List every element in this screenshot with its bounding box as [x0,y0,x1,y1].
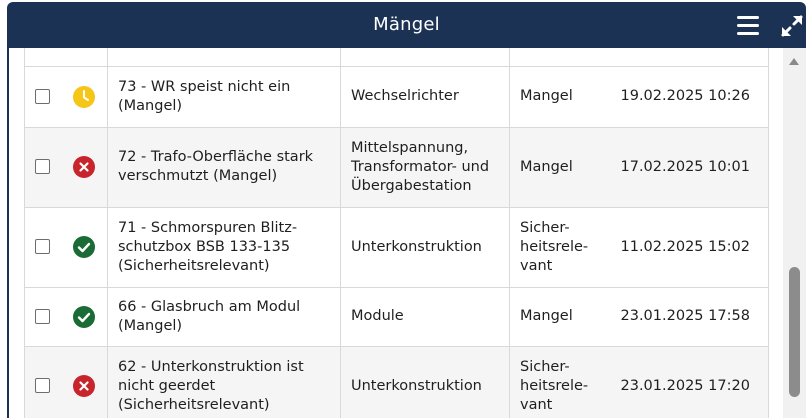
row-checkbox-cell [24,126,61,208]
row-checkbox[interactable] [35,239,51,254]
defects-table-area: 73 - WR speist nicht ein (Mangel) Wechse… [7,48,783,418]
defect-type: Mangel [509,65,611,128]
defect-type: Mangel [509,126,611,208]
expand-fullscreen-icon[interactable] [779,13,805,39]
defect-category: Unterkonstruktion [340,206,510,288]
defect-category: Wechselrichter [340,65,510,128]
app-header: Mängel [7,2,806,48]
table-row[interactable]: 66 - Glasbruch am Modul (Mangel) Module … [24,286,769,347]
defect-date: 11.02.2025 15:02 [610,206,769,288]
status-cell [60,345,108,418]
row-checkbox[interactable] [35,378,51,393]
table-row-partial [24,48,769,67]
scrollbar-thumb[interactable] [789,267,800,397]
defect-date: 17.02.2025 10:01 [610,126,769,208]
table-row[interactable]: 73 - WR speist nicht ein (Mangel) Wechse… [24,65,769,128]
row-checkbox[interactable] [35,159,51,174]
defect-type: Sicher-heitsrele-vant [509,345,611,418]
defect-title[interactable]: 66 - Glasbruch am Modul (Mangel) [107,286,341,347]
check-circle-icon [72,305,96,329]
row-checkbox-cell [24,286,61,347]
defect-title[interactable]: 62 - Unterkonstruktion ist nicht geerdet… [107,345,341,418]
defects-table: 73 - WR speist nicht ein (Mangel) Wechse… [24,48,769,418]
defect-type: Mangel [509,286,611,347]
scroll-up-arrow-icon[interactable] [789,58,799,65]
page-title: Mängel [373,14,440,35]
defect-date: 23.01.2025 17:58 [610,286,769,347]
row-checkbox-cell [24,345,61,418]
status-cell [60,126,108,208]
row-checkbox-cell [24,206,61,288]
clock-icon [72,85,96,109]
defect-title[interactable]: 71 - Schmorspuren Blitz-schutzbox BSB 13… [107,206,341,288]
defect-date: 23.01.2025 17:20 [610,345,769,418]
defect-title[interactable]: 72 - Trafo-Oberfläche stark verschmutzt … [107,126,341,208]
status-cell [60,65,108,128]
row-checkbox[interactable] [35,308,51,324]
x-circle-icon [72,155,96,179]
table-row[interactable]: 72 - Trafo-Oberfläche stark verschmutzt … [24,126,769,208]
defect-type: Sicher-heitsrele-vant [509,206,611,288]
defect-category: Unterkonstruktion [340,345,510,418]
row-checkbox-cell [24,65,61,128]
row-checkbox[interactable] [35,88,51,104]
defect-date: 19.02.2025 10:26 [610,65,769,128]
check-circle-icon [72,235,96,259]
defect-title[interactable]: 73 - WR speist nicht ein (Mangel) [107,65,341,128]
vertical-scrollbar[interactable] [783,48,806,418]
status-cell [60,286,108,347]
hamburger-menu-icon[interactable] [737,16,759,36]
defect-category: Module [340,286,510,347]
defect-category: Mittelspannung, Transformator- und Überg… [340,126,510,208]
table-row[interactable]: 71 - Schmorspuren Blitz-schutzbox BSB 13… [24,206,769,288]
status-cell [60,206,108,288]
table-row[interactable]: 62 - Unterkonstruktion ist nicht geerdet… [24,345,769,418]
x-circle-icon [72,374,96,398]
